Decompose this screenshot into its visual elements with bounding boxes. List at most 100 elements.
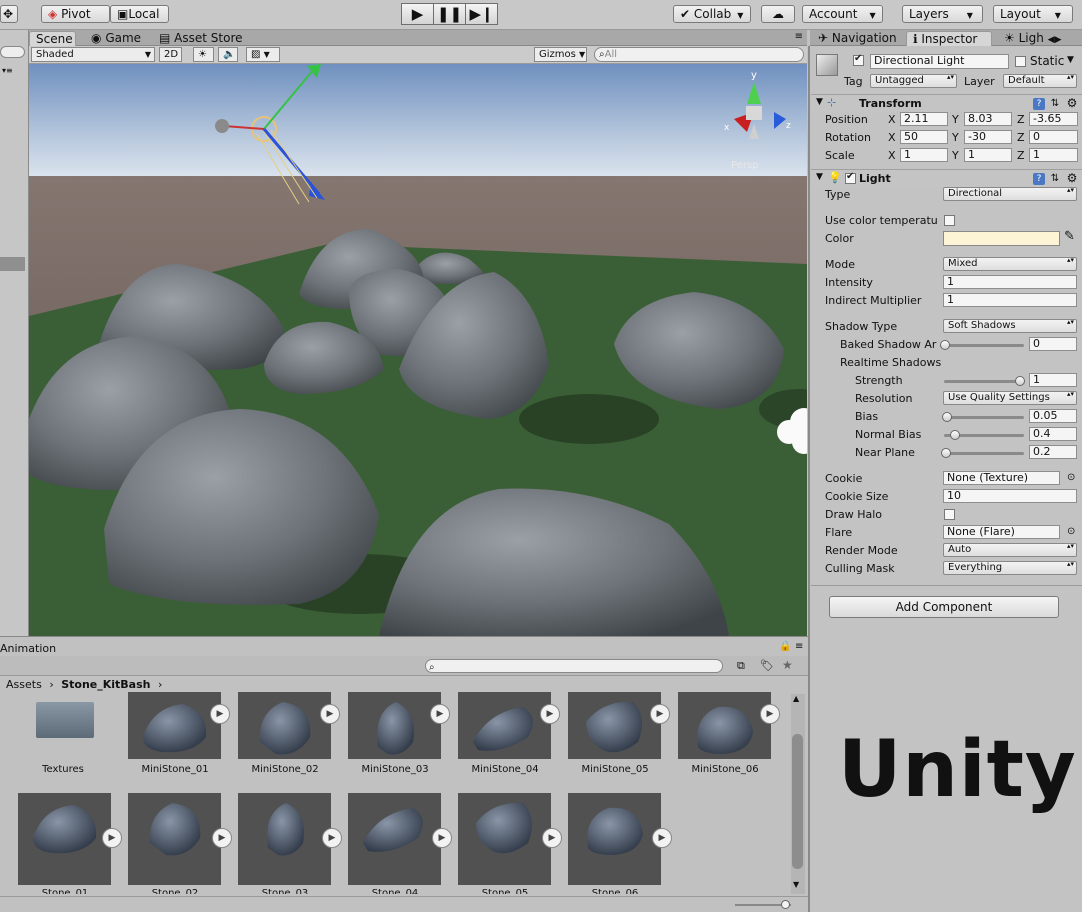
thumbnail-size-knob[interactable]	[781, 900, 790, 909]
asset-thumbnail[interactable]	[458, 793, 551, 885]
hierarchy-menu-icon[interactable]: ▾≡	[2, 66, 13, 75]
mode-dropdown[interactable]: Mixed	[943, 257, 1077, 271]
help-icon[interactable]: ?	[1033, 98, 1045, 110]
expand-prefab-icon[interactable]: ▶	[652, 828, 672, 848]
asset-thumbnail[interactable]	[348, 793, 441, 885]
scale-x-axis-label[interactable]: X	[888, 149, 896, 162]
scale-x-input[interactable]: 1	[900, 148, 948, 162]
cookie-field[interactable]: None (Texture)	[943, 471, 1060, 485]
collab-dropdown[interactable]: ✔ Collab ▼	[673, 5, 751, 23]
favorite-star-icon[interactable]: ★	[782, 658, 793, 672]
tab-lighting[interactable]: ☀ Ligh ◀▶	[998, 31, 1068, 46]
project-search-input[interactable]: ⌕	[425, 659, 723, 673]
expand-prefab-icon[interactable]: ▶	[430, 704, 450, 724]
breadcrumb-assets[interactable]: Assets	[6, 678, 42, 691]
culling-mask-dropdown[interactable]: Everything	[943, 561, 1077, 575]
scale-z-input[interactable]: 1	[1029, 148, 1078, 162]
expand-prefab-icon[interactable]: ▶	[650, 704, 670, 724]
gear-icon[interactable]: ⚙	[1066, 97, 1078, 109]
foldout-arrow-icon[interactable]: ▼	[816, 97, 823, 107]
breadcrumb-stone-kitbash[interactable]: Stone_KitBash	[61, 678, 150, 691]
rotation-z-axis-label[interactable]: Z	[1017, 131, 1025, 144]
layer-dropdown[interactable]: Default	[1003, 74, 1077, 88]
draw-halo-checkbox[interactable]	[944, 509, 955, 520]
tab-inspector[interactable]: ℹ Inspector	[906, 31, 992, 46]
gizmos-dropdown[interactable]: Gizmos ▼	[534, 47, 587, 62]
render-mode-dropdown[interactable]: Auto	[943, 543, 1077, 557]
asset-scrollbar[interactable]: ▲ ▼	[791, 694, 805, 894]
effects-dropdown[interactable]: ▨ ▼	[246, 47, 280, 62]
local-toggle[interactable]: ▣Local	[110, 5, 169, 23]
filter-type-icon[interactable]: ⧉	[737, 659, 745, 673]
scene-search-input[interactable]: ⌕All	[594, 47, 804, 62]
baked-shadow-slider-knob[interactable]	[940, 340, 950, 350]
hierarchy-selected-row[interactable]	[0, 257, 25, 271]
lock-icon[interactable]: 🔒	[779, 641, 791, 652]
step-button[interactable]: ▶❙	[465, 3, 498, 25]
asset-thumbnail[interactable]	[348, 692, 441, 759]
static-dropdown-icon[interactable]: ▼	[1067, 55, 1074, 65]
expand-prefab-icon[interactable]: ▶	[210, 704, 230, 724]
expand-prefab-icon[interactable]: ▶	[212, 828, 232, 848]
type-dropdown[interactable]: Directional	[943, 187, 1077, 201]
expand-prefab-icon[interactable]: ▶	[320, 704, 340, 724]
expand-prefab-icon[interactable]: ▶	[540, 704, 560, 724]
foldout-arrow-icon[interactable]: ▼	[816, 172, 823, 182]
asset-thumbnail[interactable]	[568, 692, 661, 759]
add-component-button[interactable]: Add Component	[829, 596, 1059, 618]
pause-button[interactable]: ❚❚	[433, 3, 466, 25]
panel-menu-icon[interactable]: ≡	[795, 31, 803, 42]
scrollbar-thumb[interactable]	[792, 734, 803, 869]
tab-game[interactable]: ◉ Game	[85, 31, 147, 46]
flare-field[interactable]: None (Flare)	[943, 525, 1060, 539]
light-header[interactable]: ▼ 💡 Light ? ⇅ ⚙	[811, 169, 1082, 187]
play-button[interactable]: ▶	[401, 3, 434, 25]
near-plane-slider-track[interactable]	[944, 452, 1024, 455]
position-y-input[interactable]: 8.03	[964, 112, 1012, 126]
object-name-input[interactable]: Directional Light	[870, 54, 1009, 69]
asset-thumbnail[interactable]	[678, 692, 771, 759]
bias-slider-knob[interactable]	[941, 412, 952, 422]
cloud-button[interactable]: ☁	[761, 5, 795, 23]
asset-thumbnail[interactable]	[128, 692, 221, 759]
strength-input[interactable]: 1	[1029, 373, 1077, 387]
asset-thumbnail[interactable]	[568, 793, 661, 885]
rotation-y-input[interactable]: -30	[964, 130, 1012, 144]
transform-header[interactable]: ▼ ⊹ Transform ? ⇅ ⚙	[811, 94, 1082, 112]
asset-thumbnail[interactable]	[18, 793, 111, 885]
rotation-y-axis-label[interactable]: Y	[952, 131, 959, 144]
resolution-dropdown[interactable]: Use Quality Settings	[943, 391, 1077, 405]
tab-scroll-icon[interactable]: ◀▶	[1048, 35, 1062, 45]
pivot-toggle[interactable]: ◈ Pivot	[41, 5, 110, 23]
scroll-up-icon[interactable]: ▲	[793, 694, 799, 703]
baked-shadow-slider-track[interactable]	[944, 344, 1024, 347]
asset-thumbnail[interactable]	[458, 692, 551, 759]
asset-thumbnail[interactable]	[238, 793, 331, 885]
preset-icon[interactable]: ⇅	[1049, 98, 1061, 110]
scene-view[interactable]: y x z Persp	[29, 64, 807, 636]
indirect-multiplier-input[interactable]: 1	[943, 293, 1077, 307]
expand-prefab-icon[interactable]: ▶	[322, 828, 342, 848]
asset-thumbnail[interactable]	[238, 692, 331, 759]
transform-tool-icon[interactable]: ✥	[0, 5, 18, 23]
bias-input[interactable]: 0.05	[1029, 409, 1077, 423]
account-dropdown[interactable]: Account ▼	[802, 5, 883, 23]
cookie-size-input[interactable]: 10	[943, 489, 1077, 503]
scale-z-axis-label[interactable]: Z	[1017, 149, 1025, 162]
shading-dropdown[interactable]: Shaded ▼	[31, 47, 155, 62]
static-checkbox[interactable]	[1015, 56, 1026, 67]
help-icon[interactable]: ?	[1033, 173, 1045, 185]
object-picker-icon[interactable]: ⊙	[1067, 472, 1075, 483]
animation-tab-label[interactable]: Animation	[0, 642, 56, 655]
use-color-temperature-checkbox[interactable]	[944, 215, 955, 226]
bias-slider-track[interactable]	[944, 416, 1024, 419]
active-checkbox[interactable]	[853, 53, 864, 66]
light-enabled-checkbox[interactable]	[845, 171, 856, 184]
audio-toggle[interactable]: 🔈	[218, 47, 238, 62]
folder-icon[interactable]	[36, 702, 94, 738]
eyedropper-icon[interactable]: ✎	[1064, 229, 1075, 244]
position-y-axis-label[interactable]: Y	[952, 113, 959, 126]
layers-dropdown[interactable]: Layers ▼	[902, 5, 983, 23]
normal-bias-input[interactable]: 0.4	[1029, 427, 1077, 441]
near-plane-input[interactable]: 0.2	[1029, 445, 1077, 459]
